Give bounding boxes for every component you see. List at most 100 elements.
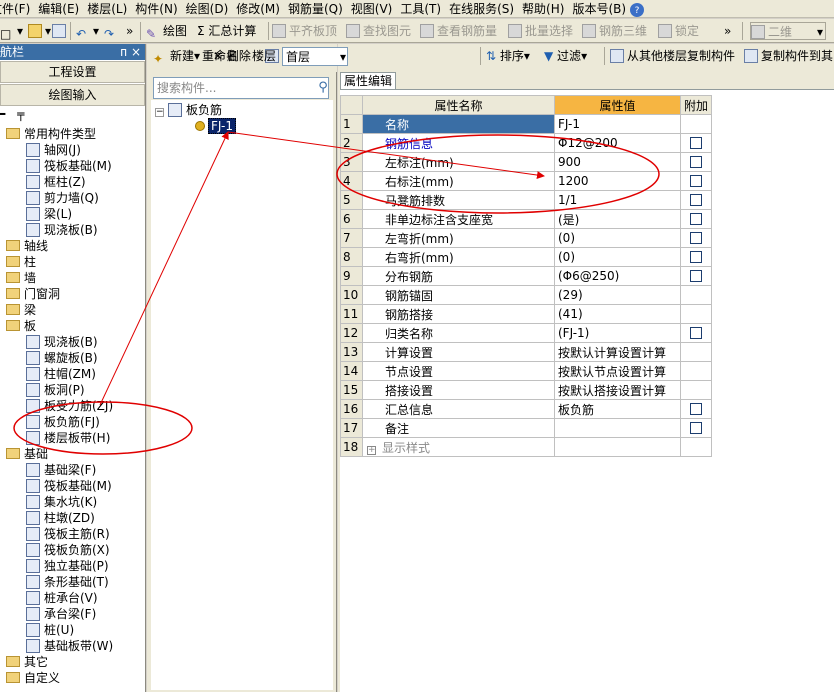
- property-value[interactable]: [554, 437, 681, 457]
- property-value[interactable]: (0): [554, 247, 681, 267]
- property-value[interactable]: 按默认节点设置计算: [554, 361, 681, 381]
- extra-checkbox[interactable]: [690, 232, 702, 244]
- property-value[interactable]: Φ12@200: [554, 133, 681, 153]
- extra-checkbox[interactable]: [690, 175, 702, 187]
- redo-icon[interactable]: ↷: [104, 22, 121, 41]
- summary-calc-button[interactable]: Σ 汇总计算: [197, 22, 256, 40]
- filter-button[interactable]: ▼ 过滤▾: [544, 47, 587, 65]
- extra-checkbox[interactable]: [690, 327, 702, 339]
- property-row[interactable]: 11 钢筋搭接 (41): [340, 304, 713, 324]
- extra-checkbox[interactable]: [690, 403, 702, 415]
- batch-select-button[interactable]: 批量选择: [508, 22, 573, 40]
- menu-edit[interactable]: 编辑(E): [34, 0, 83, 17]
- nav-item[interactable]: 现浇板(B): [26, 334, 98, 350]
- property-row[interactable]: 10 钢筋锚固 (29): [340, 285, 713, 305]
- nav-item[interactable]: 剪力墙(Q): [26, 190, 99, 206]
- flush-slab-top-button[interactable]: 平齐板顶: [272, 22, 337, 40]
- nav-folder[interactable]: 常用构件类型: [6, 126, 96, 142]
- expand-icon[interactable]: +: [367, 445, 376, 455]
- floor-select[interactable]: 首层 ▾: [282, 47, 348, 66]
- nav-item[interactable]: 独立基础(P): [26, 558, 109, 574]
- tab-property-edit[interactable]: 属性编辑: [340, 72, 396, 89]
- menu-help[interactable]: 帮助(H): [518, 0, 568, 17]
- nav-item[interactable]: 筏板负筋(X): [26, 542, 110, 558]
- menu-draw[interactable]: 绘图(D): [182, 0, 233, 17]
- nav-item[interactable]: 集水坑(K): [26, 494, 97, 510]
- nav-item[interactable]: 桩承台(V): [26, 590, 98, 606]
- tree-node-fj-1[interactable]: FJ-1: [195, 118, 236, 134]
- nav-item[interactable]: 基础梁(F): [26, 462, 96, 478]
- property-value[interactable]: (FJ-1): [554, 323, 681, 343]
- nav-item[interactable]: 筏板基础(M): [26, 158, 112, 174]
- property-row[interactable]: 4 右标注(mm) 1200: [340, 171, 713, 191]
- tree-node-root[interactable]: − 板负筋: [155, 102, 222, 118]
- nav-item[interactable]: 筏板基础(M): [26, 478, 112, 494]
- property-row[interactable]: 9 分布钢筋 (Φ6@250): [340, 266, 713, 286]
- drawing-input-button[interactable]: 绘图输入: [0, 84, 145, 106]
- property-row[interactable]: 13 计算设置 按默认计算设置计算: [340, 342, 713, 362]
- extra-checkbox[interactable]: [690, 422, 702, 434]
- property-value[interactable]: 1200: [554, 171, 681, 191]
- view-rebar-qty-button[interactable]: 查看钢筋量: [420, 22, 497, 40]
- rename-component-button[interactable]: 重命名: [202, 47, 238, 65]
- nav-folder[interactable]: 墙: [6, 270, 36, 286]
- toolbar-overflow-icon-2[interactable]: »: [724, 22, 731, 40]
- lock-button[interactable]: 锁定: [658, 22, 699, 40]
- nav-item[interactable]: 柱墩(ZD): [26, 510, 95, 526]
- nav-folder[interactable]: 柱: [6, 254, 36, 270]
- menu-view[interactable]: 视图(V): [347, 0, 397, 17]
- help-icon[interactable]: ?: [630, 2, 645, 17]
- menu-floor[interactable]: 楼层(L): [83, 0, 131, 17]
- property-row[interactable]: 8 右弯折(mm) (0): [340, 247, 713, 267]
- menu-file[interactable]: 文件(F): [0, 0, 34, 17]
- nav-folder[interactable]: 自定义: [6, 670, 60, 686]
- pin-icon[interactable]: ᴨ: [120, 44, 127, 60]
- menu-tools[interactable]: 工具(T): [396, 0, 445, 17]
- property-row[interactable]: 7 左弯折(mm) (0): [340, 228, 713, 248]
- property-row[interactable]: 1 名称 FJ-1: [340, 114, 713, 134]
- property-row[interactable]: 6 非单边标注含支座宽 (是): [340, 209, 713, 229]
- sort-button[interactable]: ⇅ 排序▾: [486, 47, 530, 65]
- new-component-button[interactable]: ✦ 新建▾: [153, 47, 200, 66]
- open-folder-icon[interactable]: ▾: [28, 22, 51, 40]
- extra-checkbox[interactable]: [690, 194, 702, 206]
- property-value[interactable]: FJ-1: [554, 114, 681, 134]
- nav-folder[interactable]: 轴线: [6, 238, 48, 254]
- property-value[interactable]: [554, 418, 681, 438]
- nav-item[interactable]: 螺旋板(B): [26, 350, 98, 366]
- undo-icon[interactable]: ↶ ▾: [76, 22, 99, 41]
- view-mode-select[interactable]: 二维 ▾: [750, 22, 826, 40]
- find-element-button[interactable]: 查找图元: [346, 22, 411, 40]
- property-row[interactable]: 14 节点设置 按默认节点设置计算: [340, 361, 713, 381]
- property-value[interactable]: (Φ6@250): [554, 266, 681, 286]
- property-row[interactable]: 5 马凳筋排数 1/1: [340, 190, 713, 210]
- copy-from-floor-button[interactable]: 从其他楼层复制构件: [610, 47, 735, 65]
- property-row[interactable]: 15 搭接设置 按默认搭接设置计算: [340, 380, 713, 400]
- property-row[interactable]: 3 左标注(mm) 900: [340, 152, 713, 172]
- property-row[interactable]: 17 备注: [340, 418, 713, 438]
- property-row[interactable]: 18 + 显示样式: [340, 437, 713, 457]
- close-icon[interactable]: ×: [131, 44, 141, 60]
- extra-checkbox[interactable]: [690, 156, 702, 168]
- toolbar-overflow-icon[interactable]: »: [126, 22, 133, 40]
- nav-folder[interactable]: 板: [6, 318, 36, 334]
- copy-to-floor-button[interactable]: 复制构件到其: [744, 47, 833, 65]
- property-value[interactable]: 1/1: [554, 190, 681, 210]
- property-value[interactable]: (29): [554, 285, 681, 305]
- nav-item[interactable]: 板负筋(FJ): [26, 414, 100, 430]
- nav-folder[interactable]: 梁: [6, 302, 36, 318]
- nav-item[interactable]: 条形基础(T): [26, 574, 109, 590]
- property-value[interactable]: 按默认计算设置计算: [554, 342, 681, 362]
- collapse-all-icon[interactable]: ╤: [17, 107, 24, 121]
- nav-item[interactable]: 桩(U): [26, 622, 74, 638]
- nav-item[interactable]: 楼层板带(H): [26, 430, 110, 446]
- property-value[interactable]: (0): [554, 228, 681, 248]
- nav-item[interactable]: 板受力筋(ZJ): [26, 398, 113, 414]
- property-row[interactable]: 2 钢筋信息 Φ12@200: [340, 133, 713, 153]
- expand-all-icon[interactable]: ━: [0, 107, 5, 121]
- nav-item[interactable]: 现浇板(B): [26, 222, 98, 238]
- draw-button[interactable]: ✎ 绘图: [146, 22, 187, 41]
- nav-item[interactable]: 筏板主筋(R): [26, 526, 110, 542]
- property-value[interactable]: 按默认搭接设置计算: [554, 380, 681, 400]
- nav-item[interactable]: 柱帽(ZM): [26, 366, 96, 382]
